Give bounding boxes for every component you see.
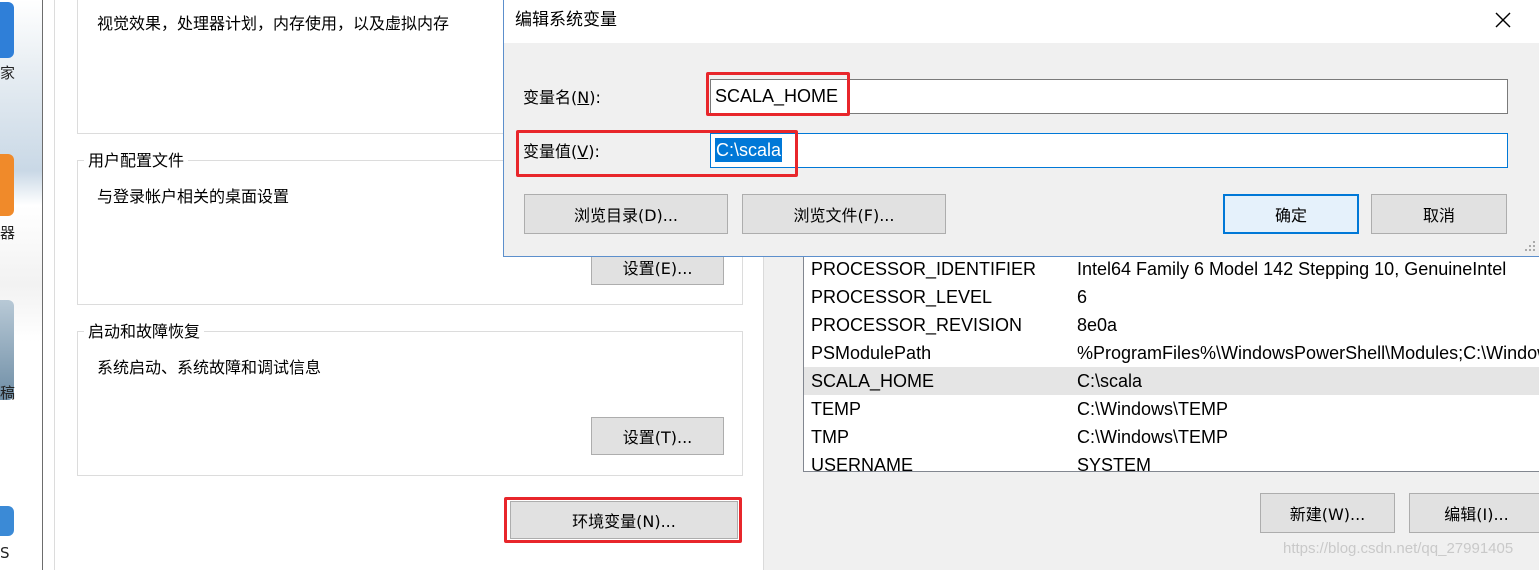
variable-name: TMP (811, 427, 849, 447)
edit-system-variable-dialog: 编辑系统变量 变量名(N): SCALA_HOME 变量值(V): C:\sca… (503, 0, 1539, 257)
desktop-label: 器 (0, 224, 16, 242)
variable-name-label: 变量名(N): (523, 88, 601, 107)
performance-desc: 视觉效果，处理器计划，内存使用，以及虚拟内存 (97, 14, 450, 33)
edit-variable-button[interactable]: 编辑(I)... (1409, 493, 1539, 533)
variable-name: SCALA_HOME (811, 371, 935, 391)
variable-name: TEMP (811, 399, 862, 419)
variable-value: SYSTEM (1077, 455, 1152, 472)
variable-name: USERNAME (811, 455, 914, 472)
resize-grip-icon[interactable] (1524, 240, 1536, 252)
variable-value: 8e0a (1077, 315, 1118, 335)
startup-recovery-settings-button[interactable]: 设置(T)... (591, 417, 724, 455)
cancel-button[interactable]: 取消 (1371, 194, 1507, 234)
desktop-app-icon[interactable] (0, 506, 14, 536)
highlight-box (706, 72, 850, 116)
system-variables-list[interactable]: PROCESSOR_IDENTIFIER Intel64 Family 6 Mo… (803, 245, 1539, 472)
variable-value-field[interactable]: C:\scala (710, 133, 1508, 168)
new-variable-button[interactable]: 新建(W)... (1260, 493, 1395, 533)
close-icon[interactable] (1491, 8, 1515, 32)
startup-recovery-group: 启动和故障恢复 系统启动、系统故障和调试信息 设置(T)... (77, 322, 743, 476)
variable-value: Intel64 Family 6 Model 142 Stepping 10, … (1077, 259, 1507, 279)
variable-value: %ProgramFiles%\WindowsPowerShell\Modules… (1077, 343, 1539, 363)
desktop-label: 稿 (0, 384, 16, 402)
list-item-selected[interactable]: SCALA_HOME C:\scala (804, 367, 1539, 395)
list-item[interactable]: TEMP C:\Windows\TEMP (804, 395, 1539, 423)
startup-recovery-title: 启动和故障恢复 (84, 322, 205, 342)
list-item[interactable]: USERNAME SYSTEM (804, 451, 1539, 472)
variable-value: 6 (1077, 287, 1088, 307)
highlight-box (504, 497, 742, 543)
desktop-app-icon[interactable] (0, 2, 14, 58)
startup-recovery-desc: 系统启动、系统故障和调试信息 (97, 358, 322, 377)
variable-value: C:\scala (1077, 371, 1143, 391)
highlight-box (516, 130, 798, 177)
desktop-background: 家 器 稿 S (0, 0, 42, 570)
browse-directory-button[interactable]: 浏览目录(D)... (524, 194, 728, 234)
dialog-titlebar[interactable]: 编辑系统变量 (504, 0, 1539, 43)
tab-panel-edge (54, 0, 55, 570)
desktop-label: S (0, 544, 10, 562)
browse-file-button[interactable]: 浏览文件(F)... (742, 194, 946, 234)
list-item[interactable]: PROCESSOR_REVISION 8e0a (804, 311, 1539, 339)
list-item[interactable]: PROCESSOR_LEVEL 6 (804, 283, 1539, 311)
ok-button[interactable]: 确定 (1223, 194, 1359, 234)
desktop-app-icon[interactable] (0, 154, 14, 216)
watermark: https://blog.csdn.net/qq_27991405 (1283, 540, 1514, 557)
list-item[interactable]: TMP C:\Windows\TEMP (804, 423, 1539, 451)
list-item[interactable]: PSModulePath %ProgramFiles%\WindowsPower… (804, 339, 1539, 367)
user-profiles-title: 用户配置文件 (84, 151, 189, 171)
desktop-label: 家 (0, 64, 16, 82)
variable-name: PROCESSOR_IDENTIFIER (811, 259, 1037, 279)
variable-value: C:\Windows\TEMP (1077, 427, 1229, 447)
list-item[interactable]: PROCESSOR_IDENTIFIER Intel64 Family 6 Mo… (804, 255, 1539, 283)
dialog-title: 编辑系统变量 (515, 10, 617, 30)
variable-name: PROCESSOR_LEVEL (811, 287, 993, 307)
variable-value: C:\Windows\TEMP (1077, 399, 1229, 419)
variable-name: PROCESSOR_REVISION (811, 315, 1023, 335)
variable-name: PSModulePath (811, 343, 932, 363)
user-profiles-desc: 与登录帐户相关的桌面设置 (97, 187, 290, 206)
